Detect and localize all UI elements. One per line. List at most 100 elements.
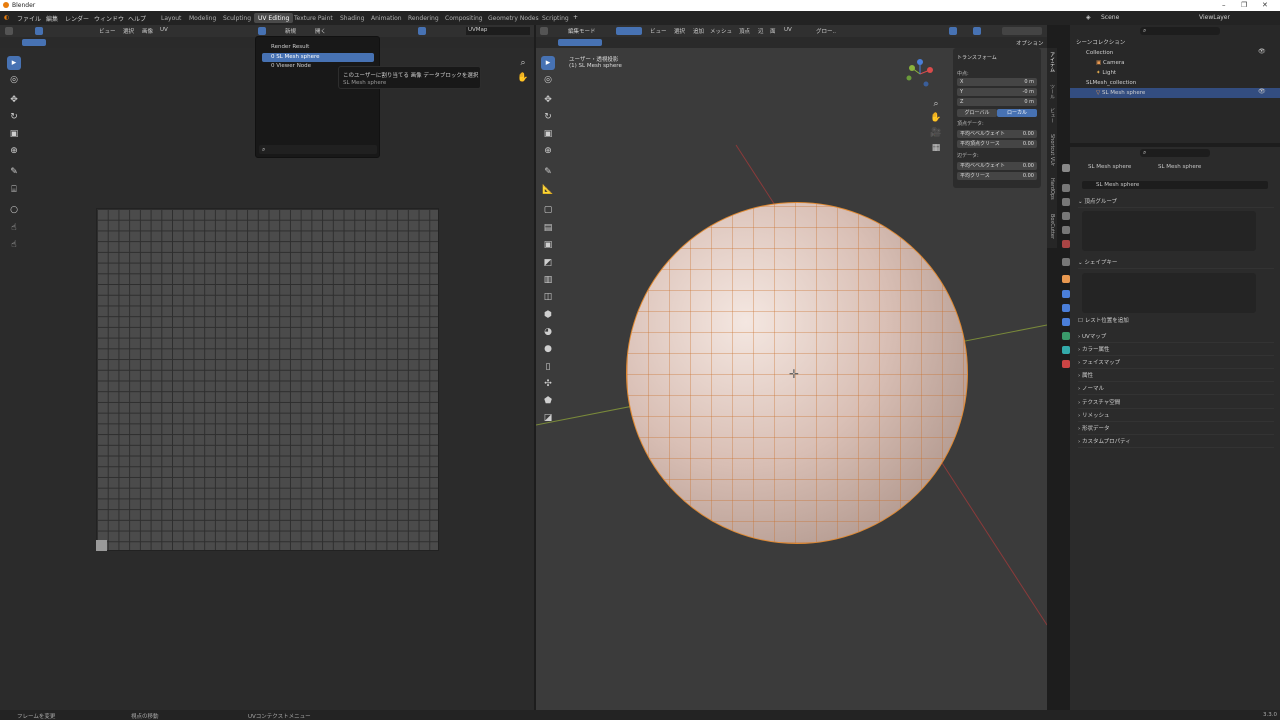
knife-tool-icon[interactable]: ◫ (541, 290, 555, 304)
vertex-groups-list[interactable] (1082, 211, 1256, 251)
section-geometry-data[interactable]: › 形状データ (1078, 423, 1274, 435)
zoom-icon[interactable]: ⌕ (929, 97, 943, 111)
outliner[interactable]: ⌕ シーンコレクション Collection ▣ Camera ✦ Light … (1070, 25, 1280, 143)
edge-bevel-weight-field[interactable]: 平均ベベルウェイト 0.00 (957, 162, 1037, 170)
poly-build-tool-icon[interactable]: ⬢ (541, 308, 555, 322)
section-shape-keys[interactable]: ⌄ シェイプキー (1078, 257, 1274, 269)
tab-scripting[interactable]: Scripting (538, 13, 573, 23)
image-browse-dropdown[interactable]: Render Result 0 SL Mesh sphere 0 Viewer … (255, 36, 380, 158)
physics-properties-icon[interactable] (1062, 318, 1070, 326)
menu-file[interactable]: ファイル (17, 14, 41, 23)
section-attributes[interactable]: › 属性 (1078, 370, 1274, 382)
uvmap-field[interactable]: UVMap (466, 27, 530, 35)
tab-layout[interactable]: Layout (157, 13, 185, 23)
close-icon[interactable]: ✕ (1262, 1, 1268, 9)
pinch-tool-icon[interactable]: ☝ (7, 238, 21, 252)
tab-sculpting[interactable]: Sculpting (219, 13, 255, 23)
menu-select[interactable]: 選択 (123, 27, 134, 35)
median-z-field[interactable]: Z0 m (957, 98, 1037, 106)
tab-hardops[interactable]: HardOps (1049, 178, 1055, 200)
tab-uv-editing[interactable]: UV Editing (254, 13, 294, 23)
bevel-tool-icon[interactable]: ◩ (541, 256, 555, 270)
tab-compositing[interactable]: Compositing (441, 13, 487, 23)
add-cube-tool-icon[interactable]: ▢ (541, 203, 555, 217)
cursor-tool-icon[interactable]: ◎ (541, 73, 555, 87)
mesh-data-properties-icon[interactable] (1062, 346, 1070, 354)
grab-tool-icon[interactable]: ○ (7, 203, 21, 217)
rip-region-tool-icon[interactable]: ◪ (541, 411, 555, 425)
section-texture-space[interactable]: › テクスチャ空間 (1078, 397, 1274, 409)
material-properties-icon[interactable] (1062, 360, 1070, 368)
scene-name[interactable]: Scene (1101, 14, 1119, 21)
navigation-gizmo[interactable] (904, 58, 936, 90)
add-workspace-icon[interactable]: + (573, 14, 578, 21)
global-toggle[interactable]: グローバル (957, 109, 997, 117)
move-tool-icon[interactable]: ✥ (7, 93, 21, 107)
tab-rendering[interactable]: Rendering (404, 13, 443, 23)
tab-modeling[interactable]: Modeling (185, 13, 220, 23)
scale-tool-icon[interactable]: ▣ (541, 127, 555, 141)
zoom-icon[interactable]: ⌕ (516, 56, 530, 70)
pan-hand-icon[interactable]: ✋ (516, 71, 530, 85)
particle-properties-icon[interactable] (1062, 304, 1070, 312)
uv-selection-mode-icon[interactable] (22, 39, 46, 46)
tab-item[interactable]: アイテム (1049, 52, 1056, 72)
image-item-sl-mesh-sphere[interactable]: 0 SL Mesh sphere (262, 53, 374, 62)
median-x-field[interactable]: X0 m (957, 78, 1037, 86)
image-search-input[interactable]: ⌕ (259, 145, 377, 154)
rotate-tool-icon[interactable]: ↻ (541, 110, 555, 124)
select-box-tool-icon[interactable]: ▸ (541, 56, 555, 70)
tab-view[interactable]: ビュー (1049, 108, 1056, 123)
tool-properties-icon[interactable] (1062, 164, 1070, 172)
vertex-bevel-weight-field[interactable]: 平均ベベルウェイト 0.00 (957, 130, 1037, 138)
add-rest-position-checkbox[interactable]: ☐ レスト位置を追加 (1078, 315, 1274, 327)
outliner-slmesh-collection[interactable]: SLMesh_collection (1070, 78, 1280, 88)
section-normals[interactable]: › ノーマル (1078, 383, 1274, 395)
menu-view[interactable]: ビュー (99, 27, 116, 35)
menu-render[interactable]: レンダー (65, 14, 89, 23)
transform-tool-icon[interactable]: ⊕ (541, 144, 555, 158)
section-color-attributes[interactable]: › カラー属性 (1078, 344, 1274, 356)
local-toggle[interactable]: ローカル (997, 109, 1037, 117)
uv-island-grid[interactable] (96, 208, 439, 551)
outliner-camera[interactable]: ▣ Camera (1070, 58, 1280, 68)
scale-tool-icon[interactable]: ▣ (7, 127, 21, 141)
cursor-tool-icon[interactable]: ◎ (7, 73, 21, 87)
world-properties-icon[interactable] (1062, 240, 1070, 248)
extrude-tool-icon[interactable]: ▤ (541, 221, 555, 235)
tab-animation[interactable]: Animation (367, 13, 406, 23)
section-uv-maps[interactable]: › UVマップ (1078, 331, 1274, 343)
transform-tool-icon[interactable]: ⊕ (7, 144, 21, 158)
new-image-button[interactable]: 新規 (285, 27, 296, 35)
maximize-icon[interactable]: ❐ (1241, 1, 1247, 9)
outliner-collection[interactable]: Collection (1070, 48, 1280, 58)
smooth-tool-icon[interactable]: ● (541, 342, 555, 356)
menu-image[interactable]: 画像 (142, 27, 153, 35)
tab-shortcut-vur[interactable]: Shortcut VUr (1049, 134, 1055, 166)
inset-tool-icon[interactable]: ▣ (541, 238, 555, 252)
edge-crease-field[interactable]: 平均クリース 0.00 (957, 172, 1037, 180)
minimize-icon[interactable]: – (1222, 1, 1226, 9)
menu-help[interactable]: ヘルプ (128, 14, 146, 23)
move-tool-icon[interactable]: ✥ (541, 93, 555, 107)
section-remesh[interactable]: › リメッシュ (1078, 410, 1274, 422)
ortho-toggle-icon[interactable]: ▦ (929, 141, 943, 155)
outliner-sl-mesh-sphere[interactable]: ▽ SL Mesh sphere (1070, 88, 1280, 98)
median-y-field[interactable]: Y -0 m (957, 88, 1037, 96)
measure-tool-icon[interactable]: 📐 (541, 183, 555, 197)
shape-keys-list[interactable] (1082, 273, 1256, 313)
section-custom-properties[interactable]: › カスタムプロパティ (1078, 436, 1274, 448)
tab-shading[interactable]: Shading (336, 13, 368, 23)
editor-type-icon[interactable] (5, 27, 13, 35)
open-image-button[interactable]: 開く (315, 27, 326, 35)
spin-tool-icon[interactable]: ◕ (541, 325, 555, 339)
selected-uv-face[interactable] (96, 540, 107, 551)
render-properties-icon[interactable] (1062, 184, 1070, 192)
object-properties-icon[interactable] (1062, 275, 1070, 283)
rotate-tool-icon[interactable]: ↻ (7, 110, 21, 124)
select-box-tool-icon[interactable]: ▸ (7, 56, 21, 70)
modifier-properties-icon[interactable] (1062, 290, 1070, 298)
outliner-search-input[interactable]: ⌕ (1140, 27, 1220, 35)
menu-window[interactable]: ウィンドウ (94, 14, 124, 23)
outliner-light[interactable]: ✦ Light (1070, 68, 1280, 78)
